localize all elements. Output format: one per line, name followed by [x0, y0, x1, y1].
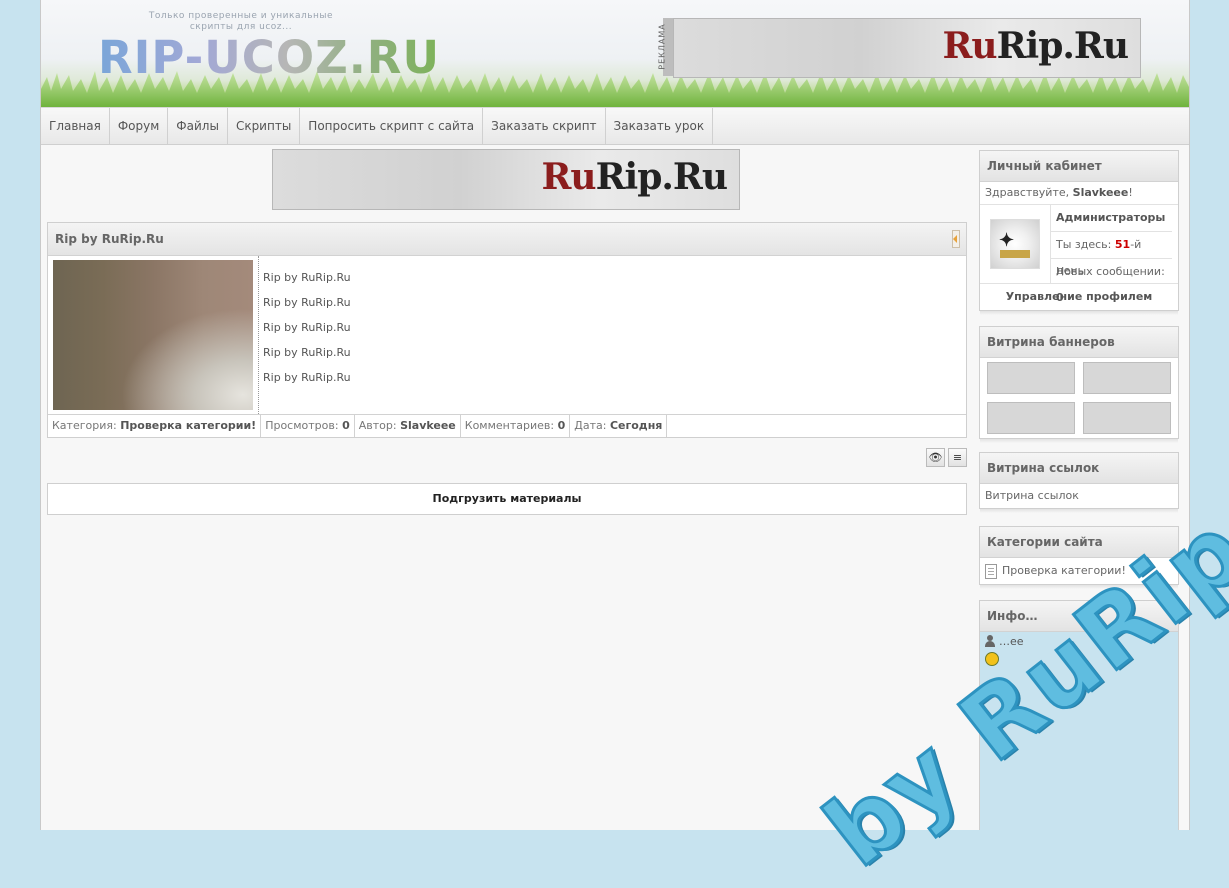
- post-line: Rip by RuRip.Ru: [263, 321, 351, 334]
- username[interactable]: Slavkeee: [1073, 186, 1129, 199]
- banner-slot[interactable]: [987, 362, 1075, 394]
- category-item[interactable]: Проверка категории!: [980, 558, 1178, 584]
- page: Только проверенные и уникальные скрипты …: [40, 0, 1190, 830]
- banner-slot[interactable]: [1083, 402, 1171, 434]
- avatar-box: ✦: [980, 205, 1051, 283]
- avatar[interactable]: ✦: [990, 219, 1040, 269]
- link-showcase-item[interactable]: Витрина ссылок: [980, 484, 1178, 508]
- online-user[interactable]: …ee: [980, 632, 1178, 650]
- block-title: Категории сайта: [980, 527, 1178, 558]
- main-nav: Главная Форум Файлы Скрипты Попросить ск…: [41, 107, 1189, 145]
- post-entry: Rip by RuRip.Ru Rip by RuRip.Ru Rip by R…: [47, 222, 967, 438]
- post-line: Rip by RuRip.Ru: [263, 346, 351, 359]
- banner-slot[interactable]: [1083, 362, 1171, 394]
- smiley-icon: [985, 652, 999, 666]
- document-icon: [985, 563, 997, 579]
- ad-label: РЕКЛАМА: [658, 18, 673, 76]
- site-header: Только проверенные и уникальные скрипты …: [41, 0, 1189, 107]
- banner-showcase-block: Витрина баннеров: [979, 326, 1179, 443]
- banner-brand: RuRip.Ru: [541, 156, 728, 198]
- personal-cabinet-block: Личный кабинет Здравствуйте, Slavkeee! ✦…: [979, 150, 1179, 315]
- meta-views: Просмотров: 0: [261, 415, 355, 437]
- meta-date: Дата: Сегодня: [570, 415, 668, 437]
- post-line: Rip by RuRip.Ru: [263, 296, 351, 309]
- link-showcase-block: Витрина ссылок Витрина ссылок: [979, 452, 1179, 513]
- nav-item-order-script[interactable]: Заказать скрипт: [483, 108, 606, 144]
- load-more-button[interactable]: Подгрузить материалы: [47, 483, 967, 515]
- content-ad-banner[interactable]: RuRip.Ru: [272, 149, 740, 210]
- site-logo[interactable]: RIP-UCOZ.RU: [98, 33, 440, 83]
- block-shadow: [980, 509, 1178, 513]
- meta-comments: Комментариев: 0: [461, 415, 571, 437]
- nav-item-files[interactable]: Файлы: [168, 108, 228, 144]
- user-group: Администраторы: [1051, 205, 1172, 232]
- nav-item-request-script[interactable]: Попросить скрипт с сайта: [300, 108, 484, 144]
- post-text: Rip by RuRip.Ru Rip by RuRip.Ru Rip by R…: [263, 268, 351, 393]
- post-title[interactable]: Rip by RuRip.Ru: [55, 232, 164, 246]
- days-on-site: Ты здесь: 51-й день: [1051, 232, 1172, 277]
- author-link[interactable]: Slavkeee: [400, 419, 456, 432]
- informer-block: Инфо… …ee: [979, 600, 1179, 830]
- header-ad-banner[interactable]: RuRip.Ru: [673, 18, 1141, 78]
- eye-icon[interactable]: 👁: [926, 448, 945, 467]
- block-title: Витрина баннеров: [980, 327, 1178, 358]
- meta-category: Категория: Проверка категории!: [48, 415, 262, 437]
- banner-brand: RuRip.Ru: [942, 25, 1129, 67]
- post-body: Rip by RuRip.Ru Rip by RuRip.Ru Rip by R…: [48, 256, 966, 414]
- block-title: Личный кабинет: [980, 151, 1178, 182]
- user-icon: [985, 635, 995, 647]
- post-thumbnail[interactable]: [53, 260, 253, 410]
- divider: [258, 256, 259, 414]
- nav-item-home[interactable]: Главная: [41, 108, 110, 144]
- collapse-icon[interactable]: [952, 230, 960, 248]
- block-shadow: [980, 585, 1178, 589]
- site-tagline: Только проверенные и уникальные скрипты …: [148, 11, 334, 32]
- banner-slot[interactable]: [987, 402, 1075, 434]
- meta-author: Автор: Slavkeee: [355, 415, 461, 437]
- profile-settings-link[interactable]: Управление профилем: [980, 284, 1178, 310]
- site-categories-block: Категории сайта Проверка категории!: [979, 526, 1179, 589]
- block-title: Витрина ссылок: [980, 453, 1178, 484]
- nav-item-forum[interactable]: Форум: [110, 108, 169, 144]
- view-toggle-tools: 👁 ≡: [926, 448, 967, 467]
- post-header: Rip by RuRip.Ru: [48, 223, 966, 256]
- cabinet-info: Администраторы Ты здесь: 51-й день Новых…: [1051, 205, 1178, 304]
- post-meta: Категория: Проверка категории! Просмотро…: [48, 414, 966, 437]
- new-messages[interactable]: Новых сообщении: 0: [1051, 259, 1172, 304]
- greeting: Здравствуйте, Slavkeee!: [980, 182, 1178, 205]
- nav-item-scripts[interactable]: Скрипты: [228, 108, 301, 144]
- category-link[interactable]: Проверка категории!: [120, 419, 256, 432]
- list-icon[interactable]: ≡: [948, 448, 967, 467]
- banner-grid: [980, 358, 1178, 438]
- block-title: Инфо…: [980, 601, 1178, 632]
- block-shadow: [980, 311, 1178, 315]
- cabinet-info-row: ✦ Администраторы Ты здесь: 51-й день Нов…: [980, 205, 1178, 304]
- block-shadow: [980, 439, 1178, 443]
- nav-item-order-lesson[interactable]: Заказать урок: [606, 108, 714, 144]
- post-line: Rip by RuRip.Ru: [263, 271, 351, 284]
- post-line: Rip by RuRip.Ru: [263, 371, 351, 384]
